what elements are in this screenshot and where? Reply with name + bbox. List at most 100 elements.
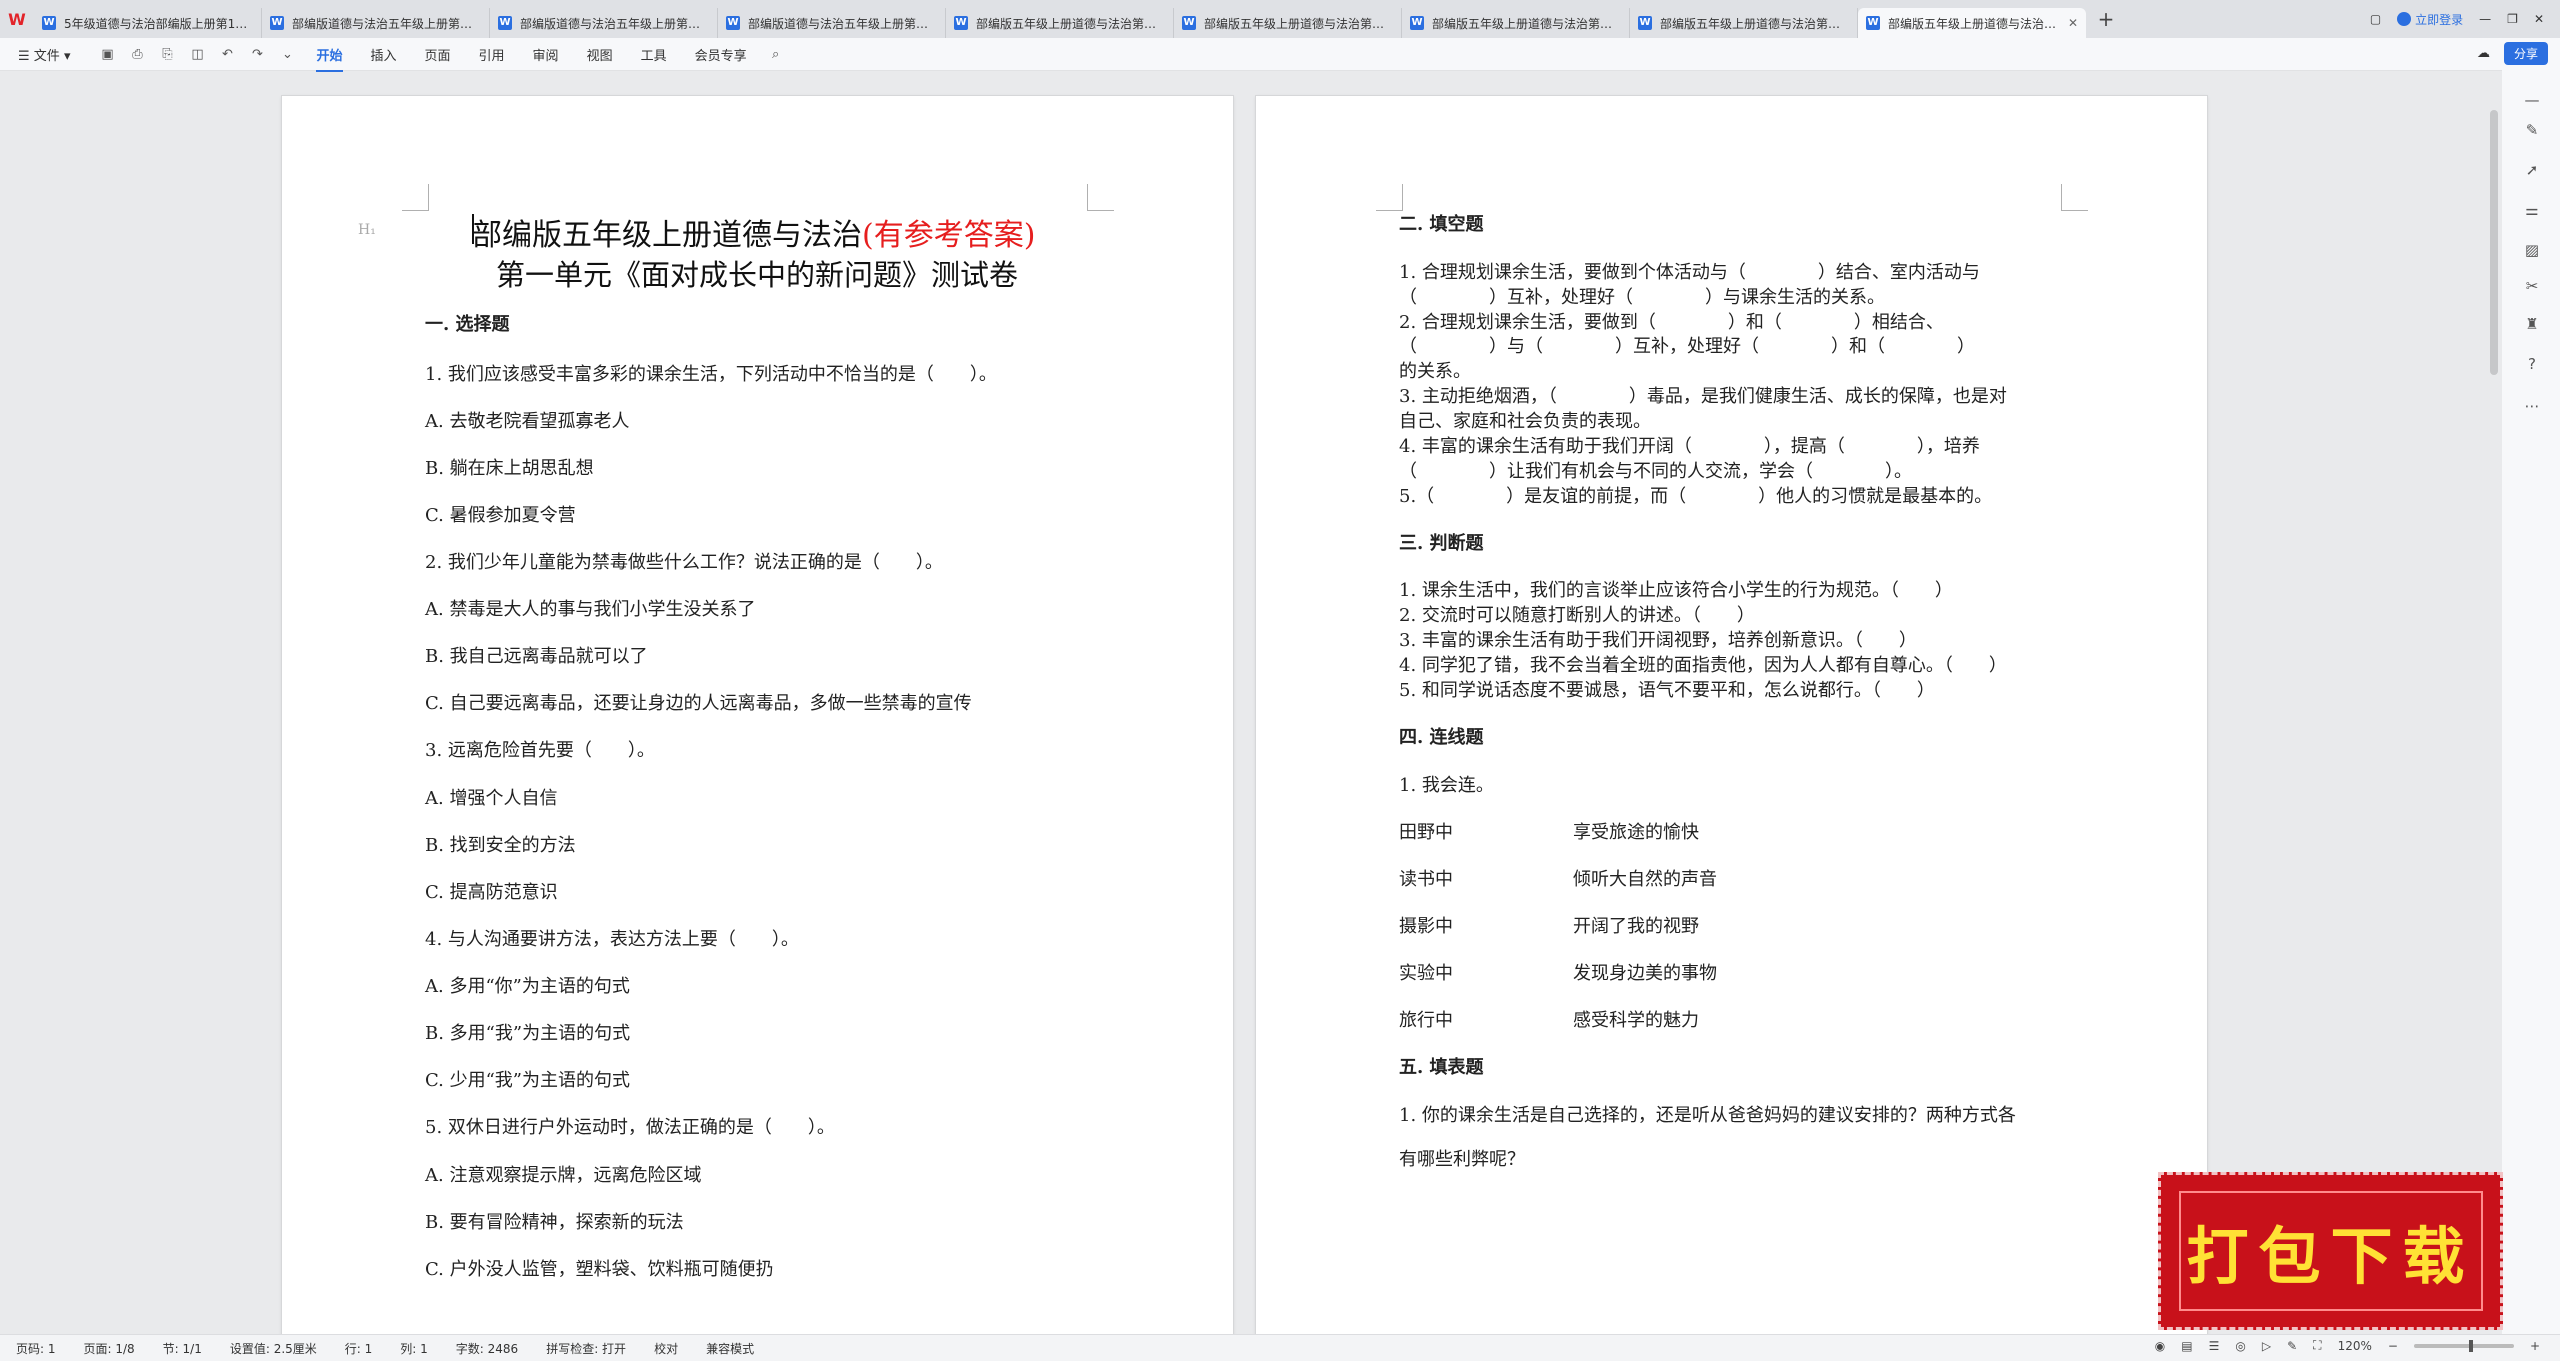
doc-tab[interactable]: W 部编版五年级上册道德与法治第一单元 <box>1630 8 1858 38</box>
restore-icon[interactable]: ❐ <box>2507 12 2518 26</box>
vertical-scrollbar[interactable] <box>2490 110 2498 375</box>
doc-tab[interactable]: W 部编版五年级上册道德与法治第一单元 <box>946 8 1174 38</box>
option-line: A. 禁毒是大人的事与我们小学生没关系了 <box>425 599 756 620</box>
menu-member[interactable]: 会员专享 <box>695 41 747 68</box>
fill-line: 1. 合理规划课余生活，要做到个体活动与（ ）结合、室内活动与 <box>1399 262 1980 283</box>
doc-tab[interactable]: W 5年级道德与法治部编版上册第1单元 <box>34 8 262 38</box>
save-icon[interactable]: ▣ <box>97 44 117 64</box>
fit-icon[interactable]: ⛶ <box>2313 1338 2321 1353</box>
pen-icon[interactable]: ✎ <box>2522 120 2542 140</box>
status-page-number[interactable]: 页码: 1 <box>16 1340 56 1357</box>
zoom-slider[interactable] <box>2413 1339 2514 1352</box>
print-icon[interactable]: ⎘ <box>157 44 177 64</box>
status-col: 列: 1 <box>400 1341 428 1356</box>
menu-home[interactable]: 开始 <box>316 41 343 72</box>
download-label: 打包下载 <box>2186 1220 2475 1293</box>
page-view-icon[interactable]: ▤ <box>2181 1339 2192 1353</box>
zoom-level[interactable]: 120% <box>2338 1339 2372 1353</box>
share-button[interactable]: 分享 <box>2503 42 2548 65</box>
section-heading: 一. 选择题 <box>425 314 510 335</box>
wps-logo-icon[interactable]: W <box>0 0 34 38</box>
close-tab-icon[interactable]: ✕ <box>2068 16 2078 30</box>
crop-mark <box>2061 184 2088 211</box>
status-word-count[interactable]: 字数: 2486 <box>456 1340 518 1357</box>
document-page-1[interactable]: H₁ 部编版五年级上册道德与法治(有参考答案) 第一单元《面对成长中的新问题》测… <box>282 96 1233 1336</box>
redo-icon[interactable]: ↷ <box>247 44 267 64</box>
crop-mark <box>1376 184 1403 211</box>
menu-references[interactable]: 引用 <box>479 41 505 68</box>
fill-line: （ ）互补，处理好（ ）与课余生活的关系。 <box>1399 287 1885 308</box>
tab-bar: W W 5年级道德与法治部编版上册第1单元 W 部编版道德与法治五年级上册第一单元 … <box>0 0 2560 38</box>
zoom-out-icon[interactable]: − <box>2388 1339 2398 1353</box>
download-banner[interactable]: 打包下载 <box>2158 1172 2503 1330</box>
fill-line: 2. 合理规划课余生活，要做到（ ）和（ ）相结合、 <box>1399 312 1944 333</box>
menu-tools[interactable]: 工具 <box>641 41 667 68</box>
eye-icon[interactable]: ◉ <box>2155 1339 2165 1353</box>
status-setting[interactable]: 设置值: 2.5厘米 <box>230 1340 317 1357</box>
login-button[interactable]: 立即登录 <box>2397 11 2463 28</box>
web-view-icon[interactable]: ◎ <box>2235 1339 2245 1353</box>
fill-line: 4. 丰富的课余生活有助于我们开阔（ ），提高（ ），培养 <box>1399 436 1980 457</box>
fill-line: （ ）让我们有机会与不同的人交流，学会（ ）。 <box>1399 461 1912 482</box>
user-avatar-icon <box>2397 12 2412 26</box>
more-icon[interactable]: ⋯ <box>2522 396 2542 416</box>
document-subtitle: 第一单元《面对成长中的新问题》测试卷 <box>496 258 1019 292</box>
match-left: 摄影中 <box>1399 916 1453 937</box>
download-banner-frame: 打包下载 <box>2178 1191 2483 1311</box>
table-question-line: 1. 你的课余生活是自己选择的，还是听从爸爸妈妈的建议安排的？两种方式各 <box>1399 1105 2016 1126</box>
doc-tab[interactable]: W 部编版道德与法治五年级上册第一单元 <box>262 8 490 38</box>
match-right: 倾听大自然的声音 <box>1573 869 1717 890</box>
image-icon[interactable]: ▨ <box>2522 240 2542 260</box>
zoom-in-icon[interactable]: + <box>2530 1339 2540 1353</box>
print-preview-icon[interactable]: ◫ <box>187 44 207 64</box>
document-title: 部编版五年级上册道德与法治(有参考答案) <box>472 218 1036 253</box>
status-spell-check[interactable]: 拼写检查: 打开 <box>546 1340 626 1357</box>
option-line: B. 找到安全的方法 <box>425 835 576 856</box>
fill-line: （ ）与（ ）互补，处理好（ ）和（ ） <box>1399 336 1975 357</box>
doc-tab[interactable]: W 部编版五年级上册道德与法治第一单元 <box>1174 8 1402 38</box>
table-question-line: 有哪些利弊呢？ <box>1399 1149 1525 1170</box>
file-menu[interactable]: ☰ 文件 ▾ <box>18 45 70 64</box>
cloud-icon[interactable]: ☁ <box>2477 46 2490 61</box>
doc-tab-active[interactable]: W部编版五年级上册道德与法治第一单元✕ <box>1858 8 2086 38</box>
status-compat-mode: 兼容模式 <box>706 1341 755 1356</box>
zoom-slider-knob[interactable] <box>2468 1339 2473 1352</box>
close-window-icon[interactable]: ✕ <box>2534 12 2544 26</box>
status-section[interactable]: 节: 1/1 <box>163 1340 202 1357</box>
option-line: A. 增强个人自信 <box>425 788 558 809</box>
search-icon[interactable]: ⌕ <box>766 44 786 64</box>
menu-view[interactable]: 视图 <box>587 41 613 68</box>
menu-insert[interactable]: 插入 <box>371 41 397 68</box>
match-right: 感受科学的魅力 <box>1573 1010 1699 1031</box>
word-doc-icon: W <box>954 16 968 30</box>
more-chevron-icon[interactable]: ⌄ <box>277 44 297 64</box>
option-line: B. 多用“我”为主语的句式 <box>425 1023 631 1044</box>
fill-line: 5.（ ）是友谊的前提，而（ ）他人的习惯就是最基本的。 <box>1399 486 1993 507</box>
minimize-icon[interactable]: — <box>2479 12 2491 26</box>
menu-review[interactable]: 审阅 <box>533 41 559 68</box>
word-doc-icon: W <box>498 16 512 30</box>
tools-icon[interactable]: ✂ <box>2522 276 2542 296</box>
menu-page[interactable]: 页面 <box>425 41 451 68</box>
doc-tab[interactable]: W 部编版五年级上册道德与法治第一单元 <box>1402 8 1630 38</box>
help-icon[interactable]: ? <box>2522 354 2542 374</box>
layout-icon[interactable]: ▢ <box>2370 12 2381 26</box>
new-tab-icon[interactable]: + <box>2086 7 2126 31</box>
undo-icon[interactable]: ↶ <box>217 44 237 64</box>
heading-mark-icon[interactable]: H₁ <box>358 222 376 238</box>
doc-tab[interactable]: W 部编版道德与法治五年级上册第一单元 <box>718 8 946 38</box>
select-icon[interactable]: ➚ <box>2522 160 2542 180</box>
play-icon[interactable]: ▷ <box>2262 1339 2271 1353</box>
export-icon[interactable]: ⎙ <box>127 44 147 64</box>
crop-mark <box>1087 184 1114 211</box>
collapse-icon[interactable]: — <box>2522 90 2542 110</box>
status-pages[interactable]: 页面: 1/8 <box>84 1340 135 1357</box>
document-page-2[interactable]: 二. 填空题 1. 合理规划课余生活，要做到个体活动与（ ）结合、室内活动与 （… <box>1256 96 2207 1336</box>
edit-icon[interactable]: ✎ <box>2287 1339 2297 1353</box>
outline-icon[interactable]: ☰ <box>2209 1339 2220 1353</box>
shirt-icon[interactable]: ♜ <box>2522 314 2542 334</box>
section-heading: 五. 填表题 <box>1399 1057 1484 1078</box>
adjust-icon[interactable]: ⚌ <box>2522 200 2542 220</box>
status-proofread[interactable]: 校对 <box>654 1340 678 1357</box>
doc-tab[interactable]: W 部编版道德与法治五年级上册第一单元 <box>490 8 718 38</box>
